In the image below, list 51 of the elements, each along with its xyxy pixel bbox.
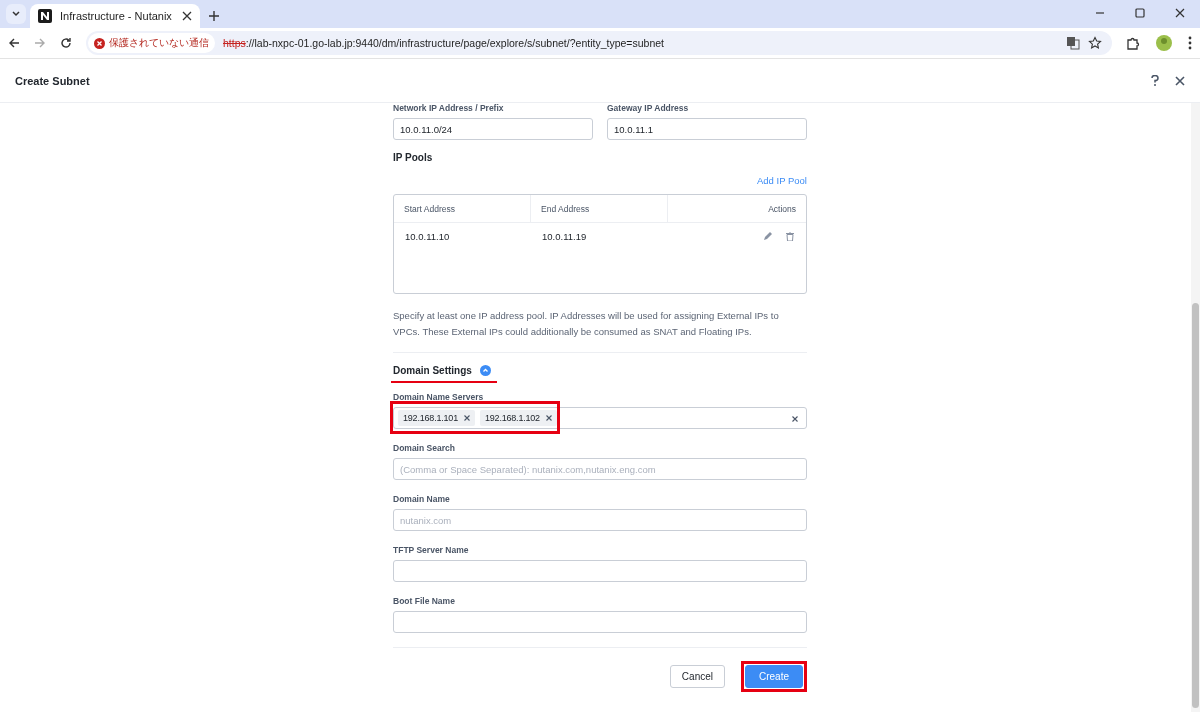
close-icon[interactable] (1175, 75, 1185, 86)
star-icon[interactable] (1088, 36, 1102, 50)
table-cell-text: 10.0.11.19 (541, 230, 588, 242)
tag-label: 192.168.1.102 (484, 413, 540, 423)
pencil-icon[interactable] (763, 231, 772, 241)
field-label: Domain Name (393, 494, 450, 504)
new-tab-icon[interactable] (208, 10, 220, 22)
input-field[interactable]: nutanix.com (393, 509, 807, 531)
avatar-icon[interactable] (1156, 35, 1172, 51)
more-icon[interactable] (1188, 36, 1192, 50)
clear-icon[interactable] (792, 415, 798, 422)
remove-tag-icon[interactable] (545, 415, 552, 421)
column-header: Start Address (404, 203, 456, 214)
tag-label: 192.168.1.101 (403, 413, 458, 423)
tag-input-field[interactable]: 192.168.1.101 192.168.1.102 (393, 407, 807, 429)
security-chip[interactable]: 保護されていない通信 (88, 33, 215, 53)
dialog-title: Create Subnet (15, 74, 91, 87)
input-field[interactable]: 10.0.11.1 (607, 118, 807, 140)
site-logo-icon (38, 9, 52, 23)
section-title: IP Pools (393, 152, 433, 163)
field-label: Domain Search (393, 443, 455, 453)
url-text: https://lab-nxpc-01.go-lab.jp:9440/dm/infrastructure/page/explore/s/subnet/?entity_type=subnet (223, 37, 665, 49)
column-header: Actions (768, 203, 796, 214)
add-ip-pool-link[interactable]: Add IP Pool (757, 175, 807, 186)
puzzle-icon[interactable] (1126, 36, 1140, 50)
column-header: End Address (541, 203, 590, 214)
back-icon[interactable] (8, 37, 20, 49)
browser-tab[interactable]: Infrastructure - Nutanix (30, 4, 200, 28)
field-label: TFTP Server Name (393, 545, 469, 555)
input-field[interactable] (393, 560, 807, 582)
field-label: Boot File Name (393, 596, 455, 606)
help-icon[interactable] (1151, 75, 1159, 86)
cancel-button[interactable]: Cancel (669, 665, 725, 688)
error-icon (94, 37, 105, 49)
close-icon[interactable] (182, 11, 192, 21)
field-label: Domain Name Servers (393, 392, 484, 402)
trash-icon[interactable] (786, 231, 794, 241)
input-field[interactable]: 10.0.11.0/24 (393, 118, 593, 140)
input-field[interactable]: (Comma or Space Separated): nutanix.com,nutanix.eng.com (393, 458, 807, 480)
section-title: Domain Settings (393, 365, 472, 376)
tab-list-button[interactable] (6, 4, 26, 24)
chevron-up-icon[interactable] (479, 365, 491, 376)
field-label: Network IP Address / Prefix (393, 103, 504, 113)
address-bar[interactable]: 保護されていない通信 https://lab-nxpc-01.go-lab.jp:9440/dm/infrastructure/page/explore/s/subnet/?entity_type=subnet (86, 31, 1112, 55)
help-text: Specify at least one IP address pool. IP Addresses will be used for assigning External IPs to VPCs. These External IPs could additionally be consumed as SNAT and Floating IPs. (393, 309, 780, 339)
input-field[interactable] (393, 611, 807, 633)
table-cell-text: 10.0.11.10 (404, 230, 451, 242)
remove-tag-icon[interactable] (463, 415, 470, 421)
chevron-down-icon (11, 9, 21, 19)
field-label: Gateway IP Address (607, 103, 689, 113)
reload-icon[interactable] (60, 37, 72, 49)
